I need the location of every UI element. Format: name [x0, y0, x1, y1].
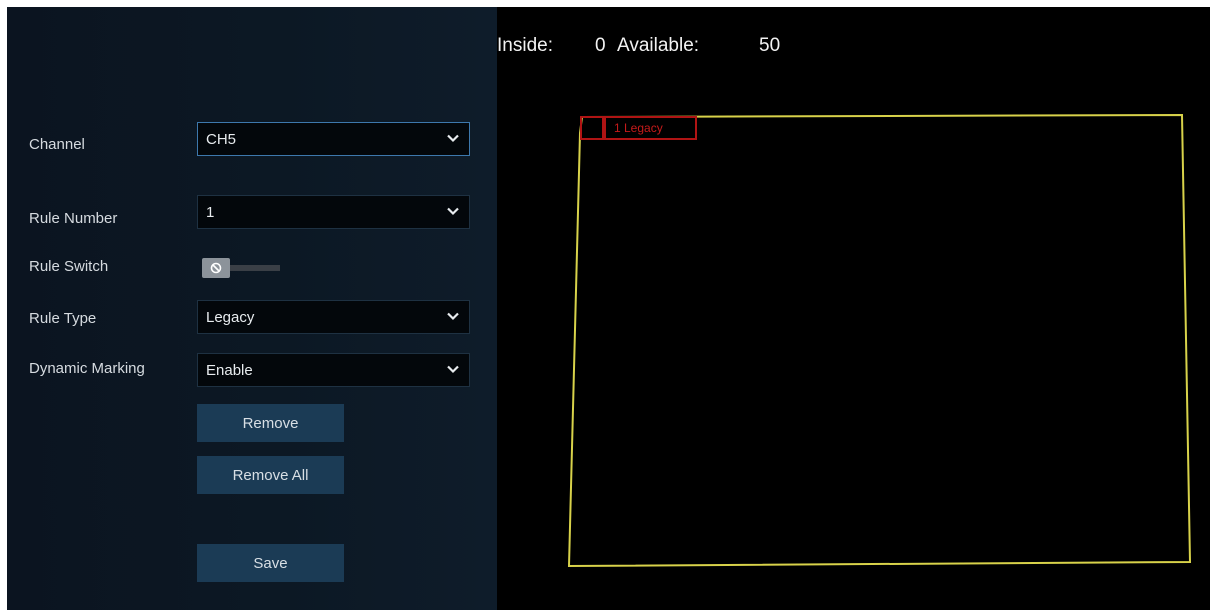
dialog-frame: Channel CH5 Rule Number 1 Rule Switch Ru… [7, 7, 1210, 610]
rule-tag: 1 Legacy [604, 116, 697, 140]
zone-corner-handle[interactable] [580, 116, 604, 140]
detection-zone[interactable] [7, 7, 1210, 610]
